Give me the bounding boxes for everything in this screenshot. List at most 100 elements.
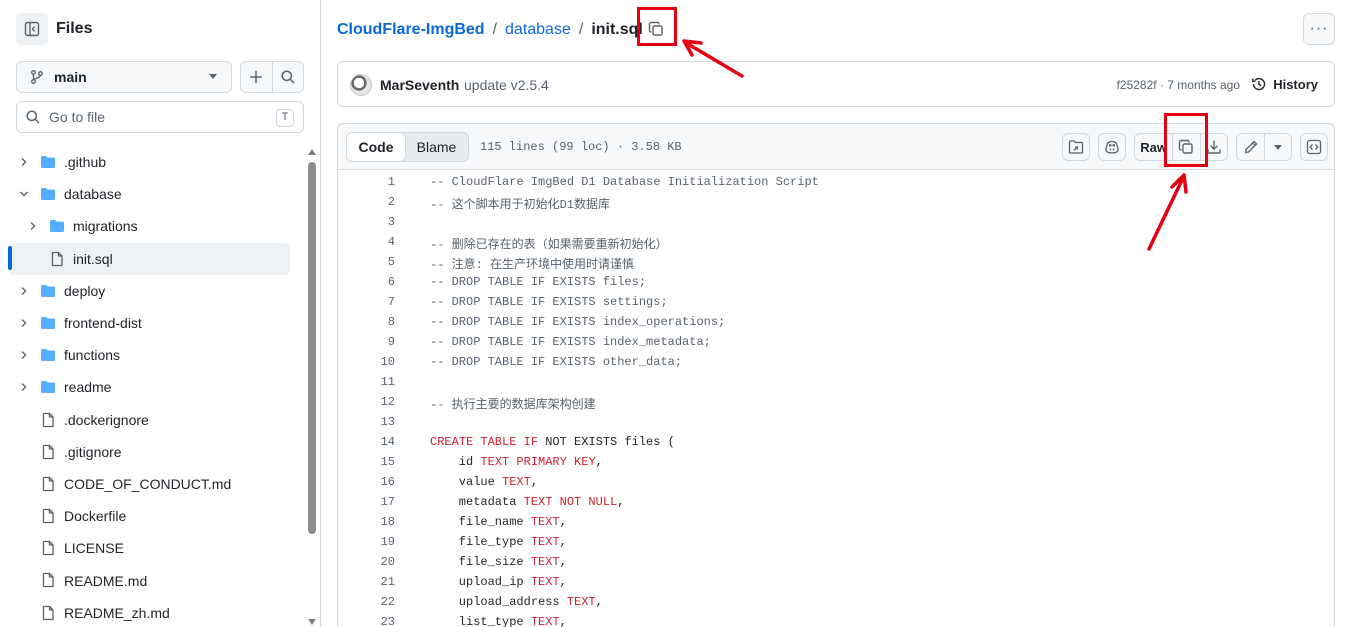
line-number[interactable]: 11: [338, 375, 395, 389]
tab-code[interactable]: Code: [346, 132, 406, 162]
tree-folder-item[interactable]: deploy: [0, 275, 306, 307]
tree-folder-item[interactable]: functions: [0, 339, 306, 371]
code-token: value: [430, 475, 503, 489]
more-options-button[interactable]: ···: [1303, 13, 1335, 45]
chevron-right-icon[interactable]: [16, 315, 32, 331]
copilot-button[interactable]: [1098, 133, 1126, 161]
line-number[interactable]: 20: [338, 555, 395, 569]
code-text: -- 删除已存在的表（如果需要重新初始化）: [430, 235, 668, 252]
code-line: 7 -- DROP TABLE IF EXISTS settings;: [338, 291, 1334, 311]
tree-item-label: README.md: [64, 572, 148, 589]
breadcrumb-repo-link[interactable]: CloudFlare-ImgBed: [337, 21, 485, 39]
commit-author[interactable]: MarSeventh: [380, 77, 459, 93]
chevron-right-icon[interactable]: [16, 283, 32, 299]
edit-file-button[interactable]: [1237, 134, 1264, 160]
tree-item-label: .github: [64, 154, 107, 171]
line-number[interactable]: 17: [338, 495, 395, 509]
file-icon: [40, 476, 56, 492]
chevron-right-icon[interactable]: [25, 218, 41, 234]
edit-dropdown-button[interactable]: [1264, 134, 1291, 160]
scroll-down-arrow-icon[interactable]: [308, 619, 316, 625]
tree-file-item[interactable]: .dockerignore: [0, 404, 306, 436]
add-file-button[interactable]: [241, 62, 272, 92]
line-number[interactable]: 2: [338, 195, 395, 209]
go-to-file-input[interactable]: Go to file T: [16, 101, 304, 133]
breadcrumb-current-file: init.sql: [591, 21, 643, 38]
tree-file-item[interactable]: CODE_OF_CONDUCT.md: [0, 468, 306, 500]
code-line: 13: [338, 411, 1334, 431]
line-number[interactable]: 9: [338, 335, 395, 349]
tree-folder-item[interactable]: database: [0, 178, 306, 210]
line-number[interactable]: 3: [338, 215, 395, 229]
line-number[interactable]: 14: [338, 435, 395, 449]
code-token: -- 注意: 在生产环境中使用时请谨慎: [430, 258, 635, 272]
file-directory-symlink-icon: [1068, 140, 1084, 154]
chevron-down-icon[interactable]: [16, 186, 32, 202]
line-number[interactable]: 23: [338, 615, 395, 627]
avatar[interactable]: [350, 74, 372, 96]
line-number[interactable]: 5: [338, 255, 395, 269]
scroll-up-arrow-icon[interactable]: [308, 149, 316, 155]
code-line: 8 -- DROP TABLE IF EXISTS index_operation…: [338, 311, 1334, 331]
tree-file-item[interactable]: README.md: [0, 564, 306, 596]
search-code-button[interactable]: [271, 62, 303, 92]
tree-item-label: readme: [64, 379, 112, 396]
line-number[interactable]: 10: [338, 355, 395, 369]
line-number[interactable]: 18: [338, 515, 395, 529]
commit-sha-time[interactable]: f25282f · 7 months ago: [1117, 78, 1240, 92]
chevron-right-icon[interactable]: [16, 154, 32, 170]
latest-commit-bar: MarSeventh update v2.5.4 f25282f · 7 mon…: [337, 61, 1335, 107]
collapse-sidebar-button[interactable]: [16, 13, 48, 45]
tree-folder-item[interactable]: migrations: [0, 210, 306, 242]
tree-file-item[interactable]: Dockerfile: [0, 500, 306, 532]
breadcrumb-folder-link[interactable]: database: [505, 21, 571, 39]
code-token: -- 这个脚本用于初始化D1数据库: [430, 198, 611, 212]
line-number[interactable]: 8: [338, 315, 395, 329]
tree-folder-item[interactable]: readme: [0, 371, 306, 403]
chevron-right-icon[interactable]: [16, 379, 32, 395]
line-number[interactable]: 6: [338, 275, 395, 289]
file-icon: [49, 251, 65, 267]
search-icon: [26, 110, 40, 124]
code-line: 16 value TEXT,: [338, 471, 1334, 491]
tree-file-item[interactable]: init.sql: [8, 242, 290, 275]
sidebar-scroll-thumb[interactable]: [308, 162, 316, 534]
symbols-button[interactable]: [1300, 133, 1328, 161]
file-viewer: Code Blame 115 lines (99 loc) · 3.58 KB …: [337, 123, 1335, 627]
tree-file-item[interactable]: LICENSE: [0, 532, 306, 564]
tree-folder-item[interactable]: .github: [0, 146, 306, 178]
commit-message[interactable]: update v2.5.4: [464, 77, 549, 93]
branch-selector[interactable]: main: [16, 61, 232, 93]
selected-indicator: [8, 246, 12, 270]
line-number[interactable]: 4: [338, 235, 395, 249]
code-token: file_type: [430, 535, 531, 549]
line-number[interactable]: 22: [338, 595, 395, 609]
tree-folder-item[interactable]: frontend-dist: [0, 307, 306, 339]
tree-item-label: .gitignore: [64, 443, 122, 460]
shortcut-hint: T: [276, 109, 294, 127]
breadcrumb-separator: /: [578, 21, 584, 38]
line-number[interactable]: 21: [338, 575, 395, 589]
code-text: -- CloudFlare ImgBed D1 Database Initial…: [430, 175, 819, 189]
line-number[interactable]: 13: [338, 415, 395, 429]
git-branch-icon: [31, 70, 43, 84]
code-token: metadata: [430, 495, 524, 509]
tab-blame[interactable]: Blame: [405, 133, 468, 161]
open-symbols-panel-button[interactable]: [1062, 133, 1090, 161]
code-line: 19 file_type TEXT,: [338, 531, 1334, 551]
history-button[interactable]: History: [1251, 76, 1318, 92]
tree-file-item[interactable]: .gitignore: [0, 436, 306, 468]
code-line: 15 id TEXT PRIMARY KEY,: [338, 451, 1334, 471]
line-number[interactable]: 12: [338, 395, 395, 409]
line-number[interactable]: 1: [338, 175, 395, 189]
code-content[interactable]: 1 -- CloudFlare ImgBed D1 Database Initia…: [338, 171, 1334, 627]
tree-item-label: Dockerfile: [64, 508, 127, 525]
code-token: CREATE TABLE: [430, 435, 524, 449]
code-token: TEXT: [566, 595, 596, 609]
line-number[interactable]: 7: [338, 295, 395, 309]
line-number[interactable]: 16: [338, 475, 395, 489]
line-number[interactable]: 15: [338, 455, 395, 469]
line-number[interactable]: 19: [338, 535, 395, 549]
chevron-right-icon[interactable]: [16, 347, 32, 363]
tree-file-item[interactable]: README_zh.md: [0, 597, 306, 627]
